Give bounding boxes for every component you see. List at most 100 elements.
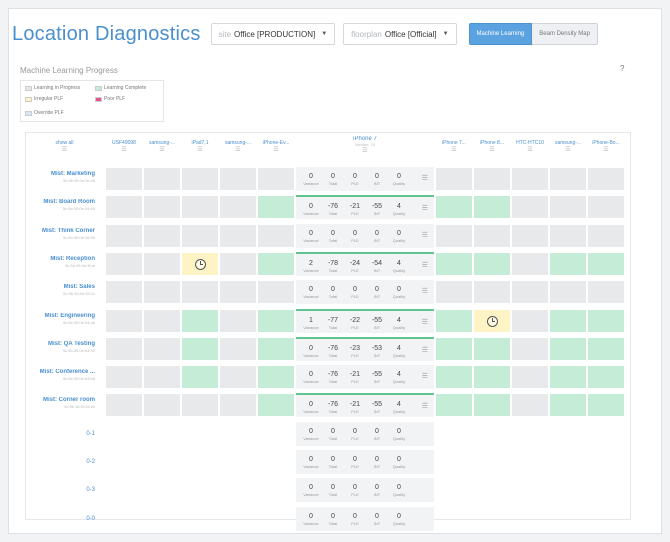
- iphone7-stats-cell[interactable]: 0 Variance -76 Total -21 PLE -55 INT 4 Quality ☰: [296, 365, 434, 390]
- list-icon[interactable]: ☰: [512, 146, 548, 154]
- device-column-header[interactable]: iPad7,1 ☰: [182, 133, 218, 163]
- device-cell[interactable]: [220, 252, 256, 275]
- device-cell[interactable]: [512, 252, 548, 275]
- list-icon[interactable]: ☰: [436, 146, 472, 154]
- device-cell[interactable]: [106, 168, 142, 190]
- device-cell[interactable]: [144, 252, 180, 275]
- device-cell[interactable]: [220, 366, 256, 389]
- device-column-header[interactable]: USF49098 ☰: [106, 133, 142, 163]
- device-cell[interactable]: [220, 196, 256, 219]
- iphone7-stats-cell[interactable]: 0 Variance 0 Total 0 PLE 0 INT 0 Quality ☰: [296, 167, 434, 191]
- beam-density-map-tab[interactable]: Beam Density Map: [532, 23, 598, 45]
- device-cell[interactable]: [512, 337, 548, 360]
- device-cell[interactable]: [474, 224, 510, 247]
- device-column-header[interactable]: iPhone-Ev... ☰: [258, 133, 294, 163]
- device-cell[interactable]: [474, 252, 510, 275]
- device-cell[interactable]: [220, 168, 256, 190]
- location-name[interactable]: Mist: Board Room: [26, 199, 95, 205]
- device-column-header[interactable]: iPhone 8... ☰: [474, 133, 510, 163]
- device-cell[interactable]: [182, 309, 218, 332]
- device-cell[interactable]: [474, 196, 510, 219]
- device-cell[interactable]: [550, 309, 586, 332]
- device-cell[interactable]: [106, 394, 142, 417]
- device-cell[interactable]: [474, 281, 510, 304]
- row-label[interactable]: Mist: Engineering 5c:5b:35:0e:04:ab: [26, 307, 103, 335]
- row-label[interactable]: 0-3: [26, 476, 103, 504]
- device-cell[interactable]: [182, 168, 218, 190]
- device-cell[interactable]: [512, 309, 548, 332]
- location-name[interactable]: Mist: QA Testing: [26, 341, 95, 347]
- device-cell[interactable]: [258, 252, 294, 275]
- device-column-header[interactable]: iPhone 7... ☰: [436, 133, 472, 163]
- device-cell[interactable]: [588, 168, 624, 190]
- device-cell[interactable]: [474, 366, 510, 389]
- row-label[interactable]: Mist: QA Testing 5c:5b:35:0e:04:42: [26, 335, 103, 363]
- device-cell[interactable]: [258, 394, 294, 417]
- iphone7-stats-cell[interactable]: 0 Variance -76 Total -21 PLE -55 INT 4 Quality ☰: [296, 393, 434, 418]
- device-cell[interactable]: [550, 366, 586, 389]
- list-icon[interactable]: ☰: [588, 146, 624, 154]
- row-label[interactable]: 0-2: [26, 448, 103, 476]
- device-cell[interactable]: [436, 252, 472, 275]
- device-cell[interactable]: [106, 252, 142, 275]
- help-icon[interactable]: ?: [620, 64, 624, 73]
- device-cell[interactable]: [106, 281, 142, 304]
- device-cell[interactable]: [436, 168, 472, 190]
- device-cell[interactable]: [588, 196, 624, 219]
- row-label[interactable]: Mist: Conference ... 5c:5b:35:0e:03:b8: [26, 363, 103, 391]
- list-icon[interactable]: ☰: [422, 204, 428, 212]
- device-cell[interactable]: [588, 337, 624, 360]
- device-cell[interactable]: [182, 366, 218, 389]
- device-cell[interactable]: [512, 281, 548, 304]
- device-cell[interactable]: [144, 366, 180, 389]
- location-name[interactable]: Mist: Conference ...: [26, 369, 95, 375]
- device-cell[interactable]: [512, 224, 548, 247]
- device-cell[interactable]: [258, 337, 294, 360]
- row-label[interactable]: Mist: Sales 5c:5b:35:0e:33:11: [26, 278, 103, 306]
- location-name[interactable]: 0-1: [26, 431, 95, 437]
- iphone7-stats-cell[interactable]: 0 Variance 0 Total 0 PLE 0 INT 0 Quality: [296, 421, 434, 446]
- device-cell[interactable]: [182, 394, 218, 417]
- device-cell[interactable]: [550, 394, 586, 417]
- location-name[interactable]: Mist: Reception: [26, 256, 95, 262]
- device-cell[interactable]: [220, 309, 256, 332]
- device-cell[interactable]: [512, 394, 548, 417]
- list-icon[interactable]: ☰: [474, 146, 510, 154]
- list-icon[interactable]: ☰: [296, 147, 434, 155]
- device-cell[interactable]: [144, 337, 180, 360]
- list-icon[interactable]: ☰: [422, 346, 428, 354]
- device-column-header[interactable]: samsung-... ☰: [144, 133, 180, 163]
- device-cell[interactable]: [474, 394, 510, 417]
- device-cell[interactable]: [436, 224, 472, 247]
- device-cell[interactable]: [258, 309, 294, 332]
- device-cell[interactable]: [436, 196, 472, 219]
- device-cell[interactable]: [182, 224, 218, 247]
- device-cell[interactable]: [106, 366, 142, 389]
- device-cell[interactable]: [258, 168, 294, 190]
- device-cell[interactable]: [182, 196, 218, 219]
- show-all-header[interactable]: show all ☰: [26, 133, 103, 163]
- device-cell[interactable]: [182, 337, 218, 360]
- device-cell[interactable]: [474, 168, 510, 190]
- device-cell[interactable]: [588, 224, 624, 247]
- device-cell[interactable]: [588, 281, 624, 304]
- device-cell[interactable]: [512, 196, 548, 219]
- list-icon[interactable]: ☰: [422, 174, 428, 182]
- iphone7-stats-cell[interactable]: 0 Variance 0 Total 0 PLE 0 INT 0 Quality ☰: [296, 280, 434, 305]
- location-name[interactable]: Mist: Marketing: [26, 171, 95, 177]
- iphone7-stats-cell[interactable]: 0 Variance 0 Total 0 PLE 0 INT 0 Quality ☰: [296, 223, 434, 248]
- device-cell[interactable]: [258, 281, 294, 304]
- machine-learning-tab[interactable]: Machine Learning: [468, 23, 533, 45]
- device-cell[interactable]: [436, 337, 472, 360]
- device-cell[interactable]: [220, 337, 256, 360]
- device-cell[interactable]: [436, 309, 472, 332]
- device-cell[interactable]: [220, 281, 256, 304]
- row-label[interactable]: Mist: Reception 5c:5b:35:0e:3f:af: [26, 250, 103, 278]
- list-icon[interactable]: ☰: [422, 318, 428, 326]
- list-icon[interactable]: ☰: [26, 146, 103, 154]
- list-icon[interactable]: ☰: [422, 231, 428, 239]
- location-name[interactable]: Mist: Corner room: [26, 397, 95, 403]
- device-cell[interactable]: [182, 281, 218, 304]
- device-column-header[interactable]: samsung-... ☰: [550, 133, 586, 163]
- list-icon[interactable]: ☰: [422, 287, 428, 295]
